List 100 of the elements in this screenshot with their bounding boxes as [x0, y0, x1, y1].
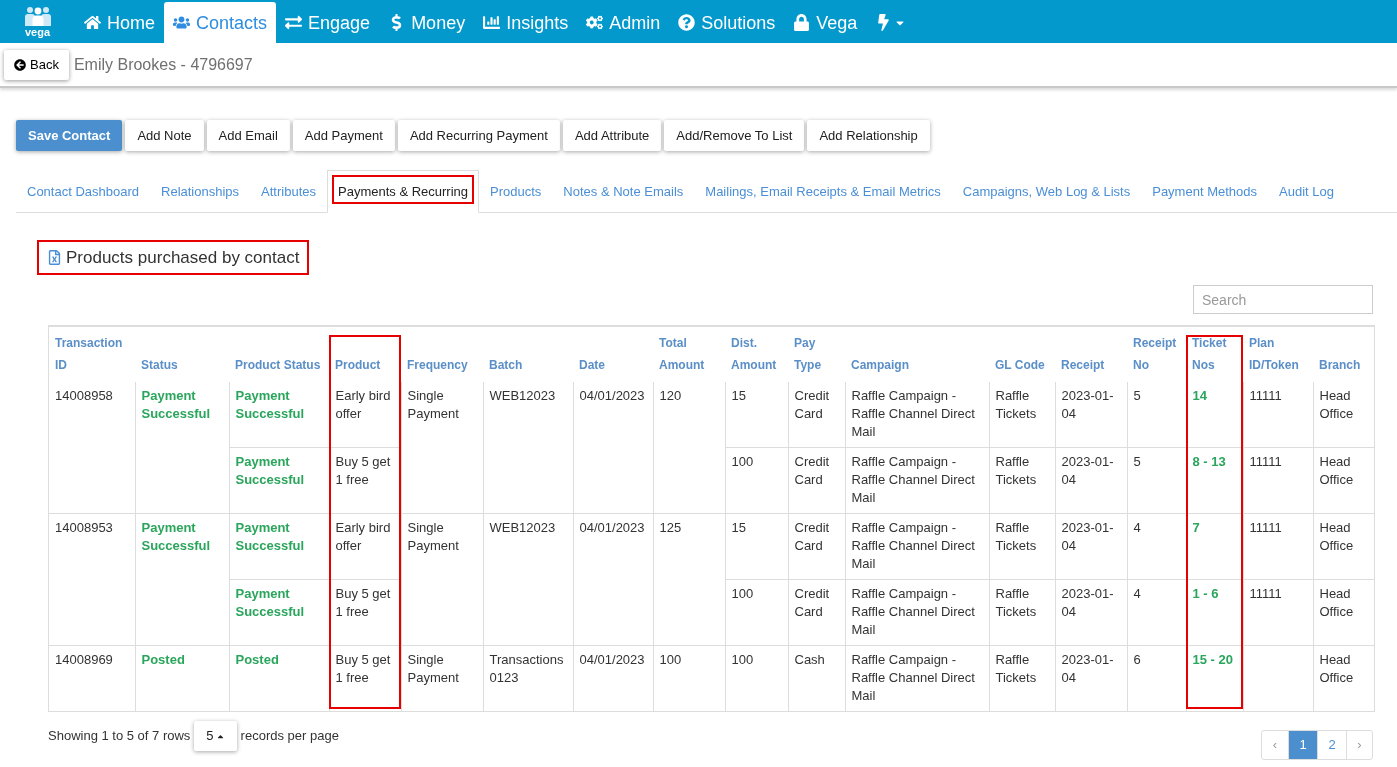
action-button[interactable]: Add/Remove To List — [664, 120, 805, 151]
table-cell: Head Office — [1313, 447, 1374, 514]
gears-icon — [586, 14, 604, 31]
nav-item[interactable]: Insights — [474, 2, 578, 43]
tab[interactable]: Relationships — [150, 170, 251, 213]
nav-item[interactable]: Engage — [276, 2, 380, 43]
search-field[interactable]: Search — [1193, 285, 1373, 314]
column-header: Product Status — [229, 327, 329, 382]
action-button[interactable]: Add Payment — [292, 120, 395, 151]
table-cell: Buy 5 get 1 free — [329, 579, 401, 646]
table-cell: 2023-01-04 — [1055, 382, 1127, 448]
column-header: Frequency — [401, 327, 483, 382]
tab[interactable]: Payments & Recurring — [327, 170, 480, 213]
page-button[interactable]: 1 — [1288, 731, 1317, 759]
table-cell: Transactions 0123 — [483, 645, 573, 711]
previous-page-button[interactable]: ‹ — [1262, 731, 1288, 759]
action-button[interactable]: Save Contact — [16, 120, 123, 151]
tab[interactable]: Attributes — [250, 170, 327, 213]
column-header: Ticket Nos — [1186, 327, 1243, 382]
question-icon — [678, 14, 696, 31]
table-cell: 11111 — [1243, 579, 1313, 646]
column-header: Batch — [483, 327, 573, 382]
table-cell: Head Office — [1313, 645, 1374, 711]
column-header: Branch — [1313, 327, 1374, 382]
records-per-page-label: records per page — [240, 727, 339, 746]
tab[interactable]: Audit Log — [1268, 170, 1345, 213]
action-button[interactable]: Add Relationship — [807, 120, 930, 151]
table-cell: Raffle Campaign - Raffle Channel Direct Mail — [845, 579, 989, 646]
table-cell: Early bird offer — [329, 382, 401, 448]
table-cell: Payment Successful — [229, 513, 329, 580]
people-logo-icon — [22, 5, 53, 26]
table-cell: Early bird offer — [329, 513, 401, 580]
section-title: Products purchased by contact — [66, 246, 300, 269]
table-cell: WEB12023 — [483, 513, 573, 646]
table-cell: Cash — [788, 645, 845, 711]
table-cell: Raffle Tickets — [989, 382, 1055, 448]
action-button[interactable]: Add Attribute — [562, 120, 662, 151]
table-cell: Posted — [135, 645, 229, 711]
users-icon — [173, 14, 190, 31]
table-cell: 2023-01-04 — [1055, 579, 1127, 646]
column-header: GL Code — [989, 327, 1055, 382]
tab[interactable]: Mailings, Email Receipts & Email Metrics — [694, 170, 952, 213]
table-cell: 1 - 6 — [1186, 579, 1243, 646]
tab[interactable]: Payment Methods — [1141, 170, 1268, 213]
action-button[interactable]: Add Recurring Payment — [397, 120, 560, 151]
nav-item[interactable]: Admin — [577, 2, 670, 43]
nav-item[interactable]: Vega — [784, 2, 867, 43]
table-cell: 15 — [725, 513, 788, 580]
table-cell: Payment Successful — [229, 447, 329, 514]
nav-item[interactable]: Contacts — [164, 2, 277, 43]
tab[interactable]: Contact Dashboard — [16, 170, 150, 213]
tab[interactable]: Notes & Note Emails — [552, 170, 695, 213]
column-header: Pay Type — [788, 327, 845, 382]
column-header: Receipt No — [1127, 327, 1186, 382]
column-header: Date — [573, 327, 653, 382]
table-cell: 100 — [725, 579, 788, 646]
logo-text: vega — [24, 26, 51, 38]
table-cell: 15 — [725, 382, 788, 448]
table-cell: Single Payment — [401, 513, 483, 646]
table-cell: 2023-01-04 — [1055, 447, 1127, 514]
table-cell: 100 — [725, 645, 788, 711]
arrows-icon — [285, 14, 303, 31]
table-cell: Head Office — [1313, 579, 1374, 646]
nav-item[interactable]: Solutions — [669, 2, 785, 43]
table-cell: 04/01/2023 — [573, 645, 653, 711]
table-cell: Raffle Campaign - Raffle Channel Direct Mail — [845, 645, 989, 711]
contact-name: Emily Brookes - 4796697 — [73, 54, 253, 75]
table-cell: 11111 — [1243, 382, 1313, 448]
table-cell: 11111 — [1243, 513, 1313, 580]
table-cell: Single Payment — [401, 382, 483, 514]
table-cell: 4 — [1127, 579, 1186, 646]
column-header: Total Amount — [653, 327, 725, 382]
lock-icon — [793, 14, 811, 31]
page-size-dropdown[interactable]: 5 — [194, 721, 237, 751]
column-header: Campaign — [845, 327, 989, 382]
column-header: Transaction ID — [49, 327, 135, 382]
table-cell: 5 — [1127, 382, 1186, 448]
action-button[interactable]: Add Email — [206, 120, 290, 151]
tab[interactable]: Products — [479, 170, 553, 213]
table-cell: Credit Card — [788, 513, 845, 580]
table-cell: 5 — [1127, 447, 1186, 514]
table-cell: Raffle Campaign - Raffle Channel Direct Mail — [845, 382, 989, 448]
table-cell: Payment Successful — [135, 513, 229, 646]
table-cell: 11111 — [1243, 447, 1313, 514]
table-cell: 14008953 — [49, 513, 135, 646]
table-cell: 14 — [1186, 382, 1243, 448]
table-cell: Posted — [229, 645, 329, 711]
spreadsheet-file-icon[interactable] — [47, 250, 62, 265]
table-cell: Raffle Tickets — [989, 645, 1055, 711]
nav-item[interactable]: Home — [75, 2, 164, 43]
table-cell: 04/01/2023 — [573, 382, 653, 514]
back-button[interactable]: Back — [4, 49, 69, 80]
nav-item[interactable]: Money — [379, 2, 475, 43]
table-cell: Raffle Tickets — [989, 579, 1055, 646]
table-cell: 14008969 — [49, 645, 135, 711]
next-page-button[interactable]: › — [1346, 731, 1372, 759]
table-cell: Single Payment — [401, 645, 483, 711]
tab[interactable]: Campaigns, Web Log & Lists — [951, 170, 1142, 213]
action-button[interactable]: Add Note — [125, 120, 204, 151]
column-header: Receipt — [1055, 327, 1127, 382]
